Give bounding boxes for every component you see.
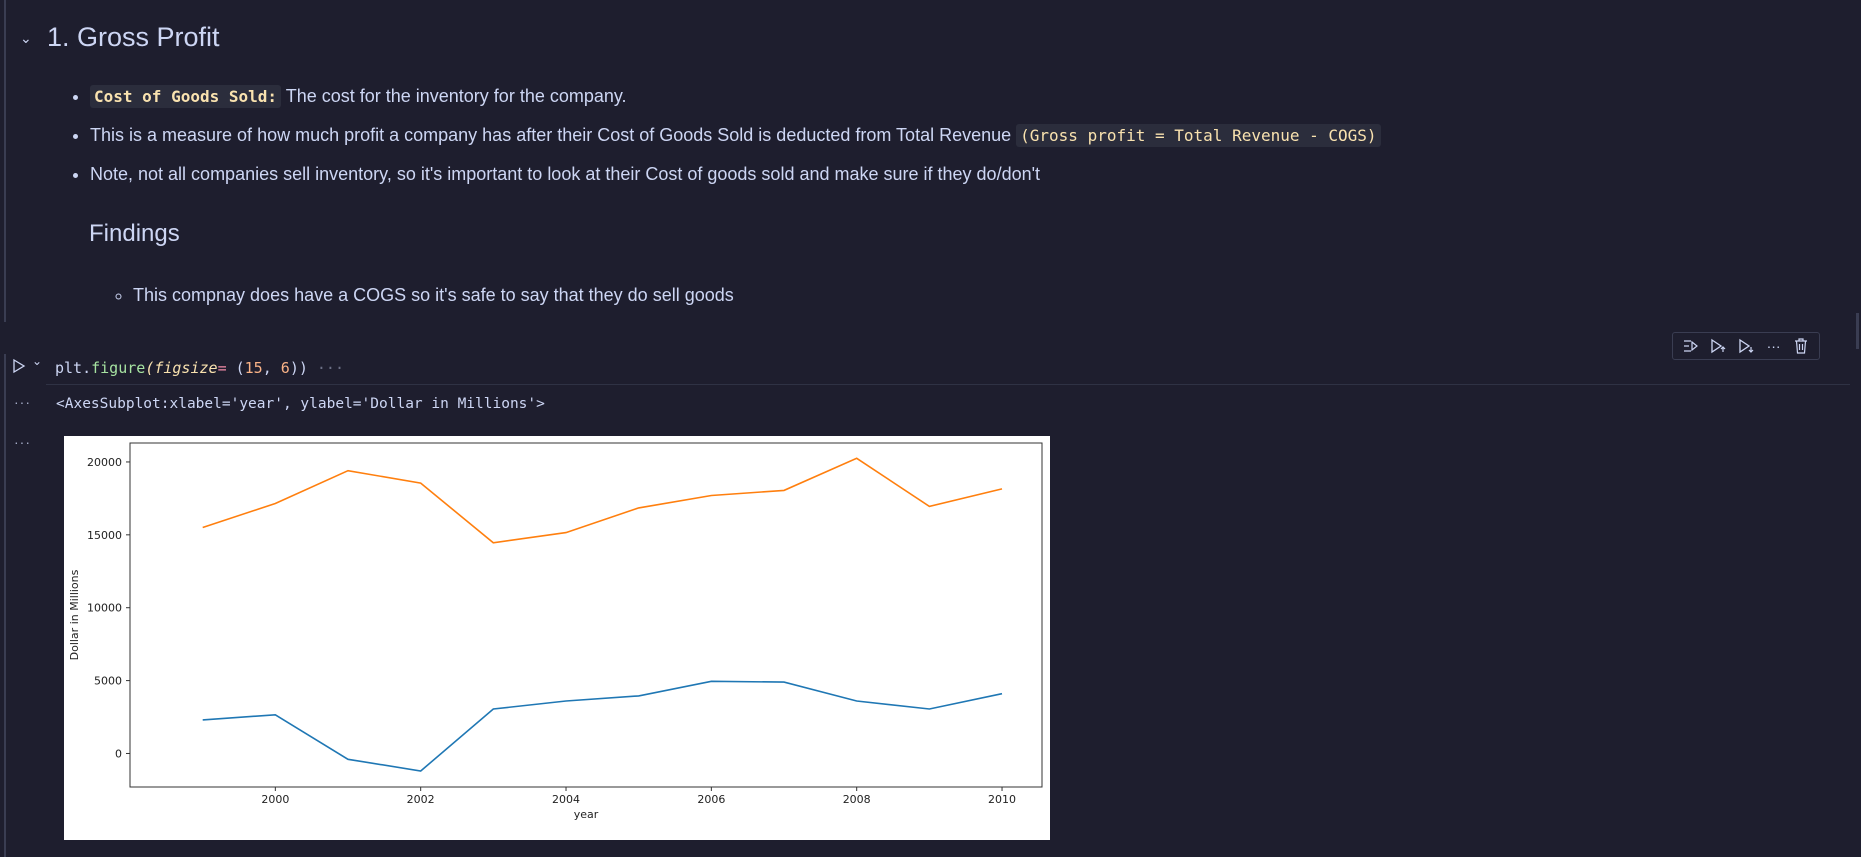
inline-code: Cost of Goods Sold: xyxy=(90,85,282,108)
run-by-line-icon[interactable] xyxy=(1680,335,1702,357)
code-source[interactable]: plt.figure(figsize= (15, 6)) ··· xyxy=(55,359,344,377)
list-item: Cost of Goods Sold: The cost for the inv… xyxy=(90,84,1790,109)
delete-icon[interactable] xyxy=(1790,335,1812,357)
bullet-text: Note, not all companies sell inventory, … xyxy=(90,164,1041,184)
bullet-text: The cost for the inventory for the compa… xyxy=(281,86,627,106)
code-token: figsize xyxy=(154,359,218,377)
x-tick-label: 2008 xyxy=(843,793,871,806)
code-token: )) xyxy=(289,359,308,377)
chart-output: 0 5000 10000 15000 20000 2000 2002 2004 2006 2008… xyxy=(64,436,1050,840)
cell-focus-bar xyxy=(4,354,6,857)
code-token: plt. xyxy=(55,359,92,377)
markdown-cell[interactable]: ⌄ 1. Gross Profit Cost of Goods Sold: Th… xyxy=(0,0,1861,322)
line-chart: 0 5000 10000 15000 20000 2000 2002 2004 2006 2008… xyxy=(68,442,1043,821)
output-text: <AxesSubplot:xlabel='year', ylabel='Doll… xyxy=(56,396,545,412)
cell-focus-bar xyxy=(4,0,6,322)
code-token: 6 xyxy=(280,359,290,377)
chevron-down-icon[interactable]: ⌄ xyxy=(32,354,42,368)
execute-above-icon[interactable] xyxy=(1707,335,1729,357)
findings-heading: Findings xyxy=(89,220,180,247)
run-cell-icon[interactable] xyxy=(12,358,26,374)
code-token: figure xyxy=(91,359,146,377)
code-cell[interactable]: ··· ⌄ plt.figure(figsize= (15, 6)) ··· ·… xyxy=(0,332,1861,857)
plot-frame xyxy=(129,442,1043,788)
cell-divider xyxy=(46,384,1850,385)
code-token: ( xyxy=(145,359,155,377)
output-more-icon[interactable]: ··· xyxy=(14,434,31,450)
x-tick-label: 2004 xyxy=(552,793,580,806)
collapse-chevron-icon[interactable]: ⌄ xyxy=(20,30,32,47)
code-token: , xyxy=(262,359,281,377)
y-tick-label: 15000 xyxy=(87,529,122,542)
x-tick-label: 2000 xyxy=(261,793,289,806)
code-token: = xyxy=(217,359,227,377)
output-more-icon[interactable]: ··· xyxy=(14,394,31,410)
y-tick-label: 0 xyxy=(115,747,122,760)
inline-code: (Gross profit = Total Revenue - COGS) xyxy=(1016,124,1381,147)
x-tick-label: 2006 xyxy=(697,793,725,806)
series-line-2 xyxy=(202,457,1003,544)
x-tick-label: 2010 xyxy=(988,793,1016,806)
x-tick-label: 2002 xyxy=(407,793,435,806)
list-item: This compnay does have a COGS so it's sa… xyxy=(133,283,734,307)
y-axis-label: Dollar in Millions xyxy=(68,569,81,660)
list-item: Note, not all companies sell inventory, … xyxy=(90,162,1790,186)
bullet-text: This is a measure of how much profit a c… xyxy=(90,125,1017,145)
bullet-list: Cost of Goods Sold: The cost for the inv… xyxy=(70,84,1790,200)
y-tick-label: 20000 xyxy=(87,456,122,469)
section-heading: 1. Gross Profit xyxy=(47,22,220,52)
findings-list: This compnay does have a COGS so it's sa… xyxy=(112,283,734,307)
scrollbar-thumb[interactable] xyxy=(1856,313,1859,349)
more-icon[interactable]: ··· xyxy=(1763,335,1785,357)
y-tick-label: 10000 xyxy=(87,602,122,615)
series-line-1 xyxy=(202,680,1003,772)
code-token: ( xyxy=(226,359,245,377)
y-tick-label: 5000 xyxy=(94,675,122,688)
execute-below-icon[interactable] xyxy=(1735,335,1757,357)
code-token: 15 xyxy=(244,359,263,377)
cell-toolbar: ··· xyxy=(1672,332,1820,360)
collapsed-code-ellipsis[interactable]: ··· xyxy=(317,359,344,377)
x-axis-label: year xyxy=(574,808,599,821)
list-item: This is a measure of how much profit a c… xyxy=(90,123,1790,148)
